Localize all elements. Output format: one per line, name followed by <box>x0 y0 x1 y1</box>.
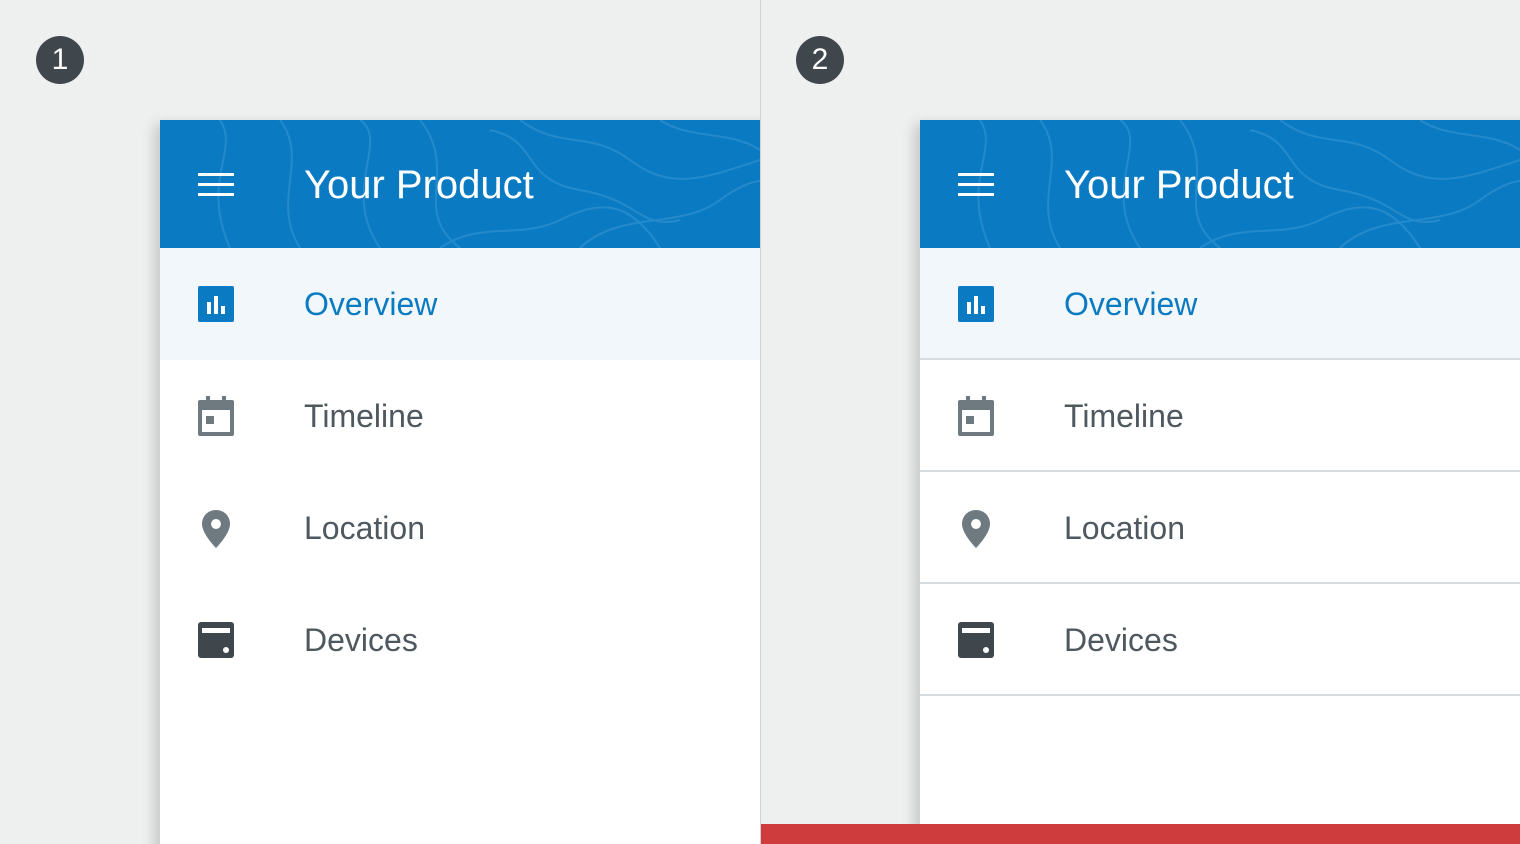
navigation-drawer: Your Product Overview Timeline Location … <box>160 120 760 844</box>
bar-chart-icon <box>958 286 994 322</box>
location-pin-icon <box>202 510 230 548</box>
nav-item-label: Devices <box>1064 622 1178 658</box>
menu-icon[interactable] <box>198 173 234 197</box>
nav-item-label: Overview <box>304 286 438 322</box>
app-title: Your Product <box>1064 163 1294 207</box>
nav-item-timeline[interactable]: Timeline <box>160 360 760 472</box>
variant-panel-2: 2 Your Product Overview Timeline Locatio… <box>761 0 1520 844</box>
nav-item-label: Devices <box>304 622 418 658</box>
nav-item-location[interactable]: Location <box>160 472 760 584</box>
nav-item-label: Timeline <box>304 398 424 434</box>
location-pin-icon <box>962 510 990 548</box>
step-badge: 2 <box>796 36 844 84</box>
nav-item-devices[interactable]: Devices <box>920 584 1520 696</box>
device-icon <box>198 622 234 658</box>
step-badge: 1 <box>36 36 84 84</box>
nav-item-label: Location <box>304 510 425 546</box>
bar-chart-icon <box>198 286 234 322</box>
variant-panel-1: 1 Your Product Overview Timeline Locatio… <box>0 0 760 844</box>
nav-item-overview[interactable]: Overview <box>160 248 760 360</box>
nav-item-label: Overview <box>1064 286 1198 322</box>
drawer-header: Your Product <box>160 120 760 248</box>
drawer-header: Your Product <box>920 120 1520 248</box>
nav-item-overview[interactable]: Overview <box>920 248 1520 360</box>
nav-item-label: Location <box>1064 510 1185 546</box>
menu-icon[interactable] <box>958 173 994 197</box>
nav-item-devices[interactable]: Devices <box>160 584 760 696</box>
nav-item-timeline[interactable]: Timeline <box>920 360 1520 472</box>
app-title: Your Product <box>304 163 534 207</box>
navigation-drawer: Your Product Overview Timeline Location … <box>920 120 1520 844</box>
device-icon <box>958 622 994 658</box>
calendar-icon <box>198 396 234 436</box>
calendar-icon <box>958 396 994 436</box>
alert-bar <box>761 824 1520 844</box>
nav-item-label: Timeline <box>1064 398 1184 434</box>
nav-item-location[interactable]: Location <box>920 472 1520 584</box>
